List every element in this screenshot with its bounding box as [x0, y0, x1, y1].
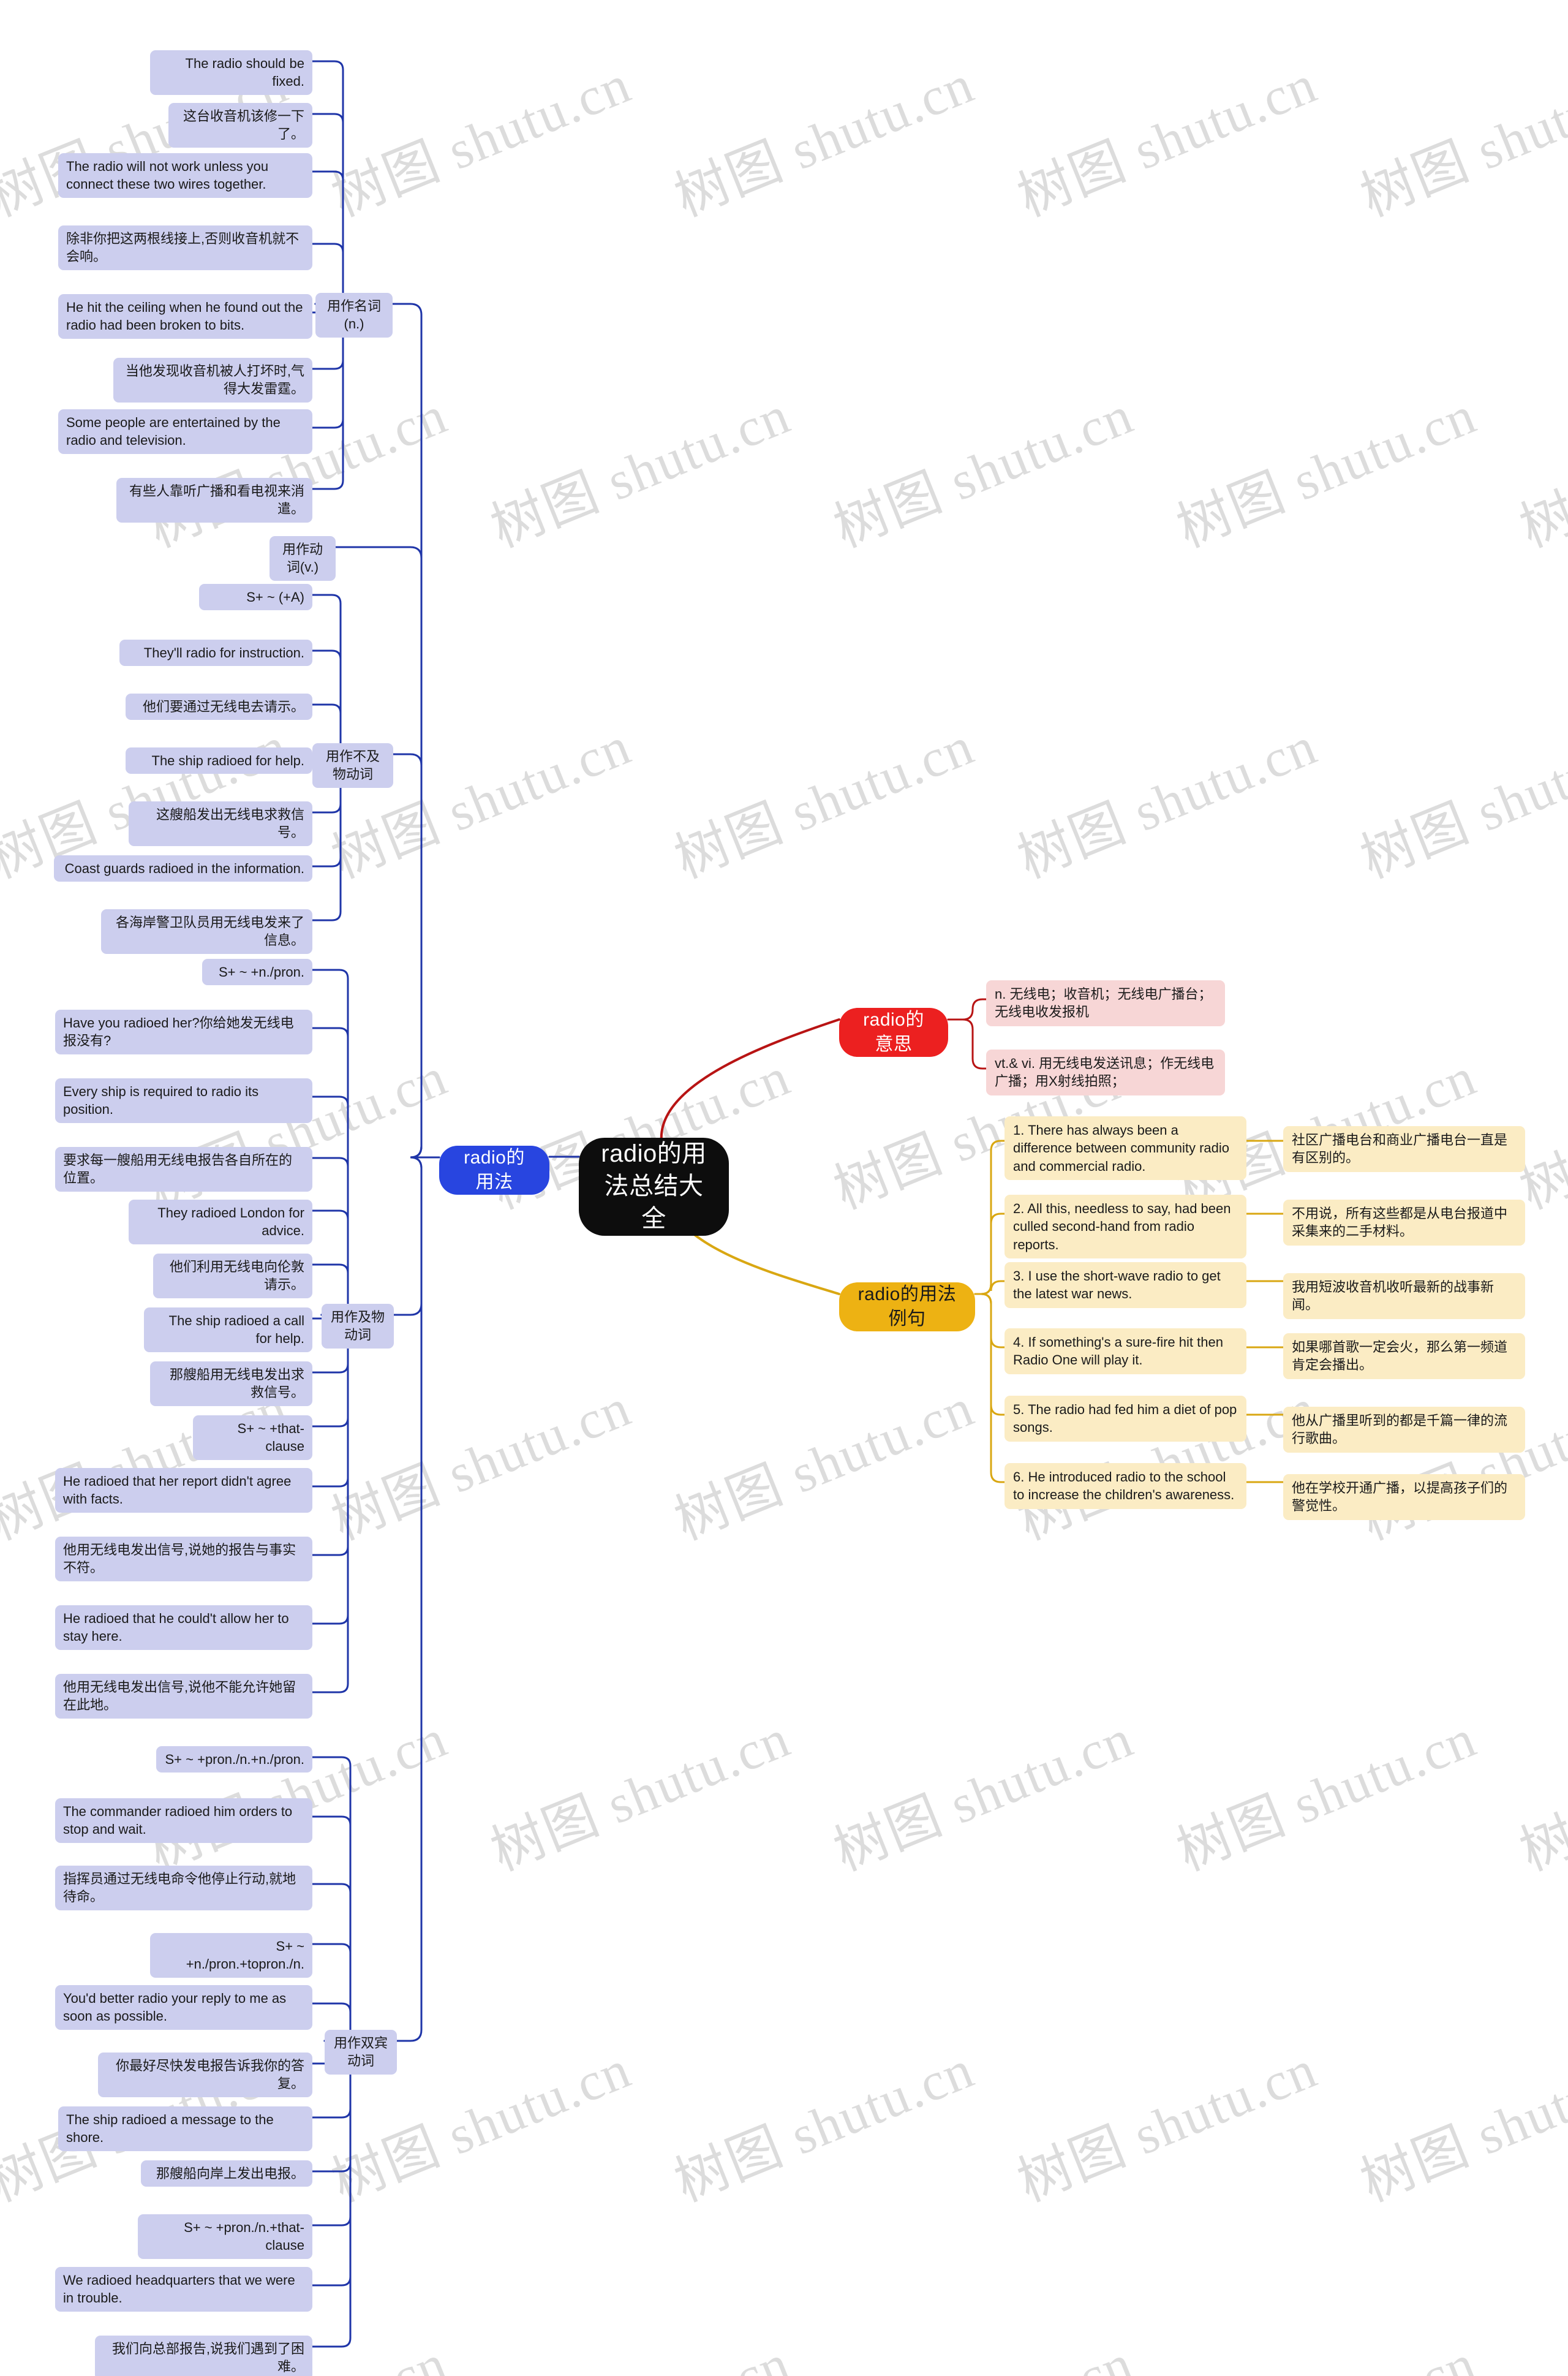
usage-leaf[interactable]: 他用无线电发出信号,说他不能允许她留在此地。 — [55, 1674, 312, 1719]
usage-leaf[interactable]: 他们利用无线电向伦敦请示。 — [153, 1254, 312, 1298]
usage-leaf[interactable]: 他们要通过无线电去请示。 — [126, 694, 312, 721]
usage-leaf[interactable]: S+ ~ +n./pron.+topron./n. — [150, 1933, 312, 1978]
connector — [392, 753, 440, 1159]
usage-group-label-vi[interactable]: 用作不及物动词 — [312, 743, 393, 788]
usage-leaf[interactable]: S+ ~ (+A) — [199, 584, 312, 611]
connector — [311, 1157, 357, 1316]
branch-node-examples[interactable]: radio的用法例句 — [839, 1282, 975, 1331]
usage-leaf[interactable]: Every ship is required to radio its posi… — [55, 1078, 312, 1123]
usage-leaf[interactable]: The ship radioed for help. — [126, 747, 312, 774]
example-translation[interactable]: 如果哪首歌一定会火，那么第一频道肯定会播出。 — [1283, 1333, 1525, 1379]
connector — [311, 2040, 360, 2348]
connector — [391, 303, 440, 1159]
example-translation[interactable]: 他从广播里听到的都是千篇一律的流行歌曲。 — [1283, 1407, 1525, 1453]
mindmap-canvas: 树图 shutu.cn 树图 shutu.cn 树图 shutu.cn 树图 shut… — [0, 0, 1568, 2376]
connector — [311, 1209, 357, 1316]
example-translation[interactable]: 社区广播电台和商业广播电台一直是有区别的。 — [1283, 1126, 1525, 1172]
usage-leaf[interactable]: 我们向总部报告,说我们遇到了困难。 — [95, 2336, 312, 2376]
usage-leaf[interactable]: S+ ~ +n./pron. — [202, 959, 312, 986]
connector — [396, 1156, 440, 2042]
connector — [311, 170, 352, 305]
connector — [311, 1756, 360, 2042]
connector — [974, 1280, 1006, 1295]
connector — [947, 1018, 987, 1070]
connector — [393, 1156, 440, 1316]
connector — [311, 1883, 360, 2042]
usage-leaf[interactable]: 那艘船向岸上发出电报。 — [141, 2160, 312, 2187]
usage-leaf[interactable]: He hit the ceiling when he found out the… — [58, 294, 312, 339]
example-sentence[interactable]: 5. The radio had fed him a diet of pop s… — [1005, 1396, 1246, 1442]
usage-leaf[interactable]: S+ ~ +that-clause — [193, 1415, 312, 1460]
connector — [311, 594, 350, 755]
usage-leaf[interactable]: 各海岸警卫队员用无线电发来了信息。 — [101, 909, 312, 954]
usage-leaf[interactable]: He radioed that he could't allow her to … — [55, 1605, 312, 1650]
usage-leaf[interactable]: 这艘船发出无线电求救信号。 — [129, 801, 312, 846]
usage-leaf[interactable]: Coast guards radioed in the information. — [54, 855, 312, 882]
connector — [660, 1018, 840, 1139]
usage-leaf[interactable]: The ship radioed a message to the shore. — [58, 2106, 312, 2151]
connector — [311, 1095, 357, 1316]
usage-leaf[interactable]: 指挥员通过无线电命令他停止行动,就地待命。 — [55, 1866, 312, 1910]
usage-leaf[interactable]: The radio should be fixed. — [150, 50, 312, 95]
usage-leaf[interactable]: The ship radioed a call for help. — [144, 1307, 312, 1352]
example-sentence[interactable]: 3. I use the short-wave radio to get the… — [1005, 1262, 1246, 1308]
branch-node-meaning[interactable]: radio的意思 — [839, 1008, 948, 1057]
example-sentence[interactable]: 6. He introduced radio to the school to … — [1005, 1463, 1246, 1509]
usage-group-label-v[interactable]: 用作动词(v.) — [270, 536, 336, 581]
usage-group-label-n[interactable]: 用作名词(n.) — [315, 293, 393, 338]
connector — [311, 2040, 360, 2287]
connector — [974, 1140, 1006, 1295]
usage-leaf[interactable]: S+ ~ +pron./n.+that-clause — [138, 2214, 312, 2259]
usage-leaf[interactable]: You'd better radio your reply to me as s… — [55, 1985, 312, 2030]
usage-leaf[interactable]: Have you radioed her?你给她发无线电报没有? — [55, 1010, 312, 1054]
usage-leaf[interactable]: Some people are entertained by the radio… — [58, 409, 312, 454]
connector — [311, 649, 350, 755]
connector — [334, 546, 440, 1159]
usage-leaf[interactable]: 那艘船用无线电发出求救信号。 — [150, 1361, 312, 1406]
usage-leaf[interactable]: We radioed headquarters that we were in … — [55, 2267, 312, 2312]
example-translation[interactable]: 不用说，所有这些都是从电台报道中采集来的二手材料。 — [1283, 1200, 1525, 1246]
connector — [311, 1314, 357, 1556]
connector — [311, 1314, 357, 1625]
usage-leaf[interactable]: S+ ~ +pron./n.+n./pron. — [156, 1746, 312, 1773]
connector — [311, 1314, 357, 1693]
usage-leaf[interactable]: The commander radioed him orders to stop… — [55, 1798, 312, 1843]
connector — [311, 1027, 357, 1316]
example-translation[interactable]: 他在学校开通广播，以提高孩子们的警觉性。 — [1283, 1474, 1525, 1520]
connector — [974, 1293, 1006, 1416]
connector — [974, 1293, 1006, 1483]
connector — [311, 60, 352, 305]
branch-node-usage[interactable]: radio的用法 — [439, 1146, 549, 1195]
connector — [311, 969, 357, 1316]
usage-leaf[interactable]: The radio will not work unless you conne… — [58, 153, 312, 198]
usage-leaf[interactable]: 这台收音机该修一下了。 — [168, 103, 312, 148]
usage-leaf[interactable]: 当他发现收音机被人打坏时,气得大发雷霆。 — [113, 358, 312, 403]
example-sentence[interactable]: 4. If something's a sure-fire hit then R… — [1005, 1328, 1246, 1374]
connector — [947, 998, 987, 1021]
connector — [311, 1943, 360, 2042]
root-node[interactable]: radio的用法总结大全 — [579, 1138, 729, 1236]
usage-leaf[interactable]: 除非你把这两根线接上,否则收音机就不会响。 — [58, 225, 312, 270]
usage-group-label-do[interactable]: 用作双宾动词 — [325, 2030, 397, 2075]
connector — [974, 1293, 1006, 1349]
connector — [311, 1815, 360, 2042]
example-sentence[interactable]: 2. All this, needless to say, had been c… — [1005, 1195, 1246, 1258]
example-translation[interactable]: 我用短波收音机收听最新的战事新闻。 — [1283, 1273, 1525, 1319]
usage-leaf[interactable]: They radioed London for advice. — [129, 1200, 312, 1244]
usage-leaf[interactable]: 他用无线电发出信号,说她的报告与事实不符。 — [55, 1537, 312, 1581]
usage-group-label-vt[interactable]: 用作及物动词 — [322, 1304, 394, 1349]
example-sentence[interactable]: 1. There has always been a difference be… — [1005, 1116, 1246, 1180]
usage-leaf[interactable]: He radioed that her report didn't agree … — [55, 1468, 312, 1513]
usage-leaf[interactable]: They'll radio for instruction. — [119, 640, 312, 667]
usage-leaf[interactable]: 要求每一艘船用无线电报告各自所在的位置。 — [55, 1147, 312, 1192]
connector — [311, 113, 352, 305]
usage-leaf[interactable]: 你最好尽快发电报告诉我你的答复。 — [98, 2053, 312, 2097]
usage-leaf[interactable]: 有些人靠听广播和看电视来消遣。 — [116, 478, 312, 523]
meaning-leaf[interactable]: vt.& vi. 用无线电发送讯息；作无线电广播；用X射线拍照； — [986, 1050, 1225, 1095]
meaning-leaf[interactable]: n. 无线电；收音机；无线电广播台；无线电收发报机 — [986, 980, 1225, 1026]
